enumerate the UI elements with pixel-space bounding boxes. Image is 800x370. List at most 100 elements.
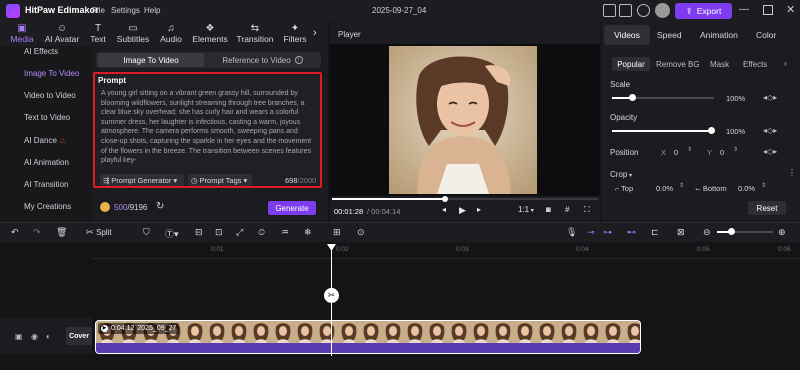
reverse-icon[interactable]: ⊙ [357,227,365,238]
cover-button[interactable]: Cover [66,327,92,345]
close-icon[interactable]: ✕ [786,3,795,16]
crop-top-value[interactable]: 0.0% [656,184,673,193]
snap-icon[interactable]: ⊶ [603,227,612,238]
prev-frame-icon[interactable]: ◂ [442,205,446,214]
snapshot-icon[interactable]: ◙ [546,205,551,214]
prompt-textarea[interactable]: A young girl sitting on a vibrant green … [101,89,315,167]
tab-image-to-video[interactable]: Image To Video [98,53,204,67]
shield-icon[interactable]: ⛉ [143,227,150,238]
chevron-right-icon[interactable]: › [313,27,317,39]
resize-icon[interactable]: ⤢ [236,227,243,238]
sidebar-item-image-to-video[interactable]: Image To Video [24,69,79,78]
stepper-icon[interactable]: ⇕ [679,182,684,189]
minimize-icon[interactable]: — [739,4,749,15]
feedback-icon[interactable] [603,4,616,17]
fullscreen-icon[interactable]: ⛶ [584,205,590,215]
eye-icon[interactable]: ◉ [31,332,38,341]
prompt-tags-button[interactable]: ◷ Prompt Tags ▾ [188,174,252,186]
tab-text[interactable]: T Text [86,22,110,46]
pos-x-input[interactable]: 0 [674,148,678,157]
freeze-icon[interactable]: ❄ [304,227,312,238]
crop-label[interactable]: Crop ▾ [610,170,632,179]
delete-icon[interactable]: 🗑 [56,227,67,238]
aspect-ratio[interactable]: 1:1 ▾ [518,205,534,214]
fit-icon[interactable]: ⊠ [677,227,685,238]
export-button[interactable]: ⇪ Export [675,3,732,19]
sidebar-item-video-to-video[interactable]: Video to Video [24,91,76,100]
replace-icon[interactable]: ⊞ [333,227,341,238]
keyframe-icon[interactable]: ◂◇▸ [763,126,777,135]
opacity-slider-handle[interactable] [708,127,715,134]
mirror-icon[interactable]: ⊟ [195,227,203,238]
refresh-icon[interactable]: ↻ [156,201,164,212]
maximize-icon[interactable] [763,5,773,15]
magnet-icon[interactable]: ⊷ [627,227,636,238]
keyframe-icon[interactable]: ◂◇▸ [763,147,777,156]
stepper-icon[interactable]: ⇕ [687,146,692,153]
sidebar-item-ai-effects[interactable]: AI Effects [24,47,58,56]
sidebar-item-ai-dance[interactable]: AI Dance ♨ [24,136,66,145]
link-icon[interactable]: ⊸ [587,227,595,238]
tab-reference-to-video[interactable]: Reference to Video i [206,53,319,67]
grid-icon[interactable]: # [565,205,569,214]
audio-detach-icon[interactable]: ♒ [281,227,289,238]
avatar[interactable] [655,3,670,18]
scale-value[interactable]: 100% [726,94,745,103]
sidebar-item-ai-transition[interactable]: AI Transition [24,180,68,189]
sidebar-item-ai-animation[interactable]: AI Animation [24,158,69,167]
help-icon[interactable] [637,4,650,17]
tab-media[interactable]: ▣ Media [6,22,38,46]
layout-icon[interactable] [619,4,632,17]
subtab-mask[interactable]: Mask [710,60,729,69]
tab-filters[interactable]: ✦ Filters [280,22,310,46]
zoom-out-icon[interactable]: ⊖ [703,227,711,238]
more-icon[interactable]: ⋮ [788,168,796,177]
next-frame-icon[interactable]: ▸ [477,205,481,214]
sidebar-item-text-to-video[interactable]: Text to Video [24,113,70,122]
generate-button[interactable]: Generate [268,201,316,215]
keyframe-icon[interactable]: ◂◇▸ [763,93,777,102]
prompt-generator-button[interactable]: ⇶ Prompt Generator ▾ [100,174,184,186]
scissors-icon[interactable]: ✂ [324,288,339,303]
tab-subtitles[interactable]: ▭ Subtitles [114,22,152,46]
mic-icon[interactable]: 🎙 [566,227,577,238]
track-icon[interactable]: ⊏ [651,227,659,238]
opacity-value[interactable]: 100% [726,127,745,136]
zoom-in-icon[interactable]: ⊕ [778,227,786,238]
crop-icon[interactable]: ⊡ [215,227,223,238]
tab-videos[interactable]: Videos [604,25,650,45]
play-icon[interactable]: ▶ [459,205,466,216]
tab-transition[interactable]: ⇆ Transition [234,22,276,46]
tab-color[interactable]: Color [756,30,776,40]
tab-ai-avatar[interactable]: ☺ AI Avatar [42,22,82,46]
subtab-popular[interactable]: Popular [612,57,650,71]
pos-y-input[interactable]: 0 [720,148,724,157]
preview-image[interactable] [389,46,537,194]
menu-help[interactable]: Help [144,6,160,15]
scale-slider-handle[interactable] [629,94,636,101]
redo-icon[interactable]: ↷ [33,227,41,238]
sidebar-item-my-creations[interactable]: My Creations [24,202,71,211]
subtab-remove-bg[interactable]: Remove BG [656,60,700,69]
reset-button[interactable]: Reset [748,201,786,215]
subtab-effects[interactable]: Effects [743,60,767,69]
crop-bottom-value[interactable]: 0.0% [738,184,755,193]
lock-icon[interactable]: ▣ [15,332,23,341]
text-tool-icon[interactable]: Ⓣ▾ [165,227,179,240]
tab-speed[interactable]: Speed [657,30,682,40]
stepper-icon[interactable]: ⇕ [761,182,766,189]
volume-icon[interactable]: ◐ [46,332,51,341]
menu-settings[interactable]: Settings [111,6,140,15]
tab-animation[interactable]: Animation [700,30,738,40]
tab-elements[interactable]: ❖ Elements [190,22,230,46]
video-clip[interactable]: ▶ 0:04:12 2025_09_27 [95,320,641,354]
info-icon[interactable]: i [294,56,303,64]
zoom-slider-handle[interactable] [728,228,735,235]
chevron-right-icon[interactable]: › [784,59,787,68]
undo-icon[interactable]: ↶ [11,227,19,238]
speed-icon[interactable]: ⏲ [258,227,265,238]
menu-file[interactable]: File [92,6,105,15]
split-button[interactable]: ✂ Split [86,227,112,238]
tab-audio[interactable]: ♫ Audio [156,22,186,46]
progress-handle[interactable] [442,196,448,202]
